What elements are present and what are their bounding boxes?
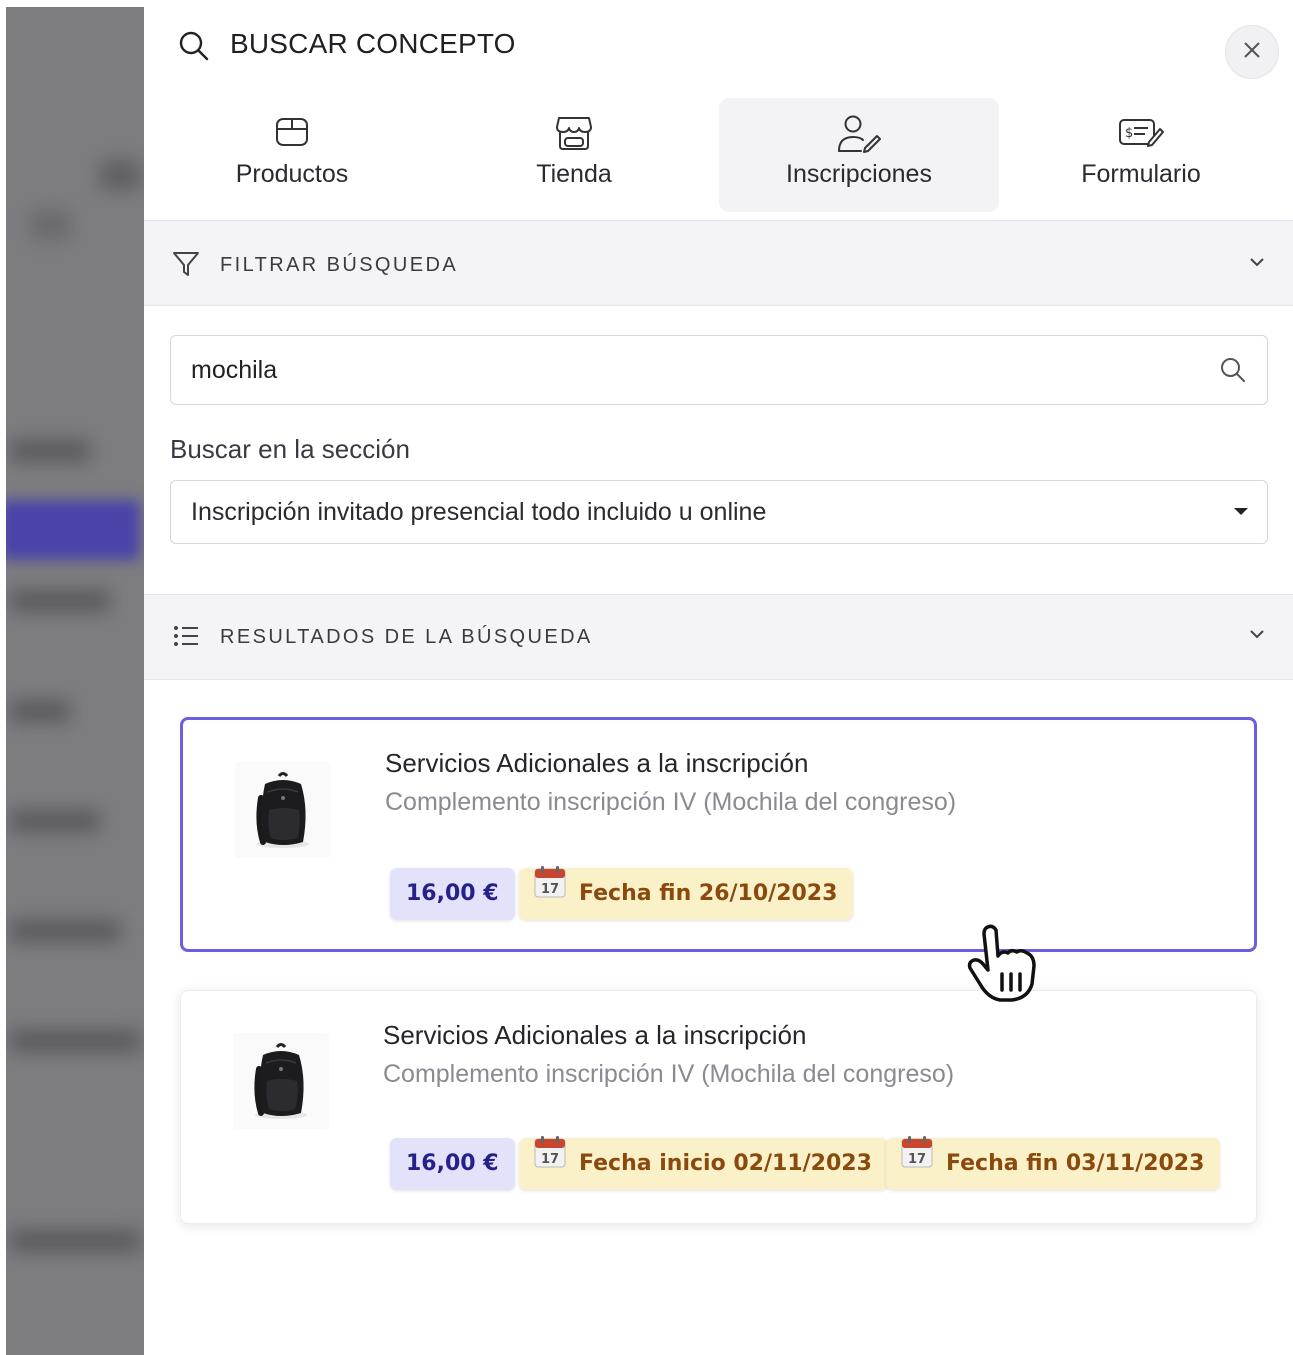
result-category: Servicios Adicionales a la inscripción [383,1020,807,1050]
tab-formulario[interactable]: $ Formulario [1001,98,1281,212]
tab-label: Inscripciones [786,160,932,188]
tab-inscripciones[interactable]: Inscripciones [719,98,999,212]
date-badge-text: Fecha fin 03/11/2023 [946,1151,1205,1176]
section-select-value: Inscripción invitado presencial todo inc… [191,498,767,526]
background-app-blurred [0,0,144,1355]
store-icon [434,114,714,154]
search-input-wrapper [170,335,1268,405]
calendar-icon: 17 [533,865,567,919]
svg-text:17: 17 [908,1152,926,1167]
filter-icon [172,251,200,282]
result-name: Complemento inscripción IV (Mochila del … [383,1060,955,1088]
price-badge: 16,00 € [390,1138,515,1190]
search-input[interactable] [191,336,1191,404]
tab-label: Productos [235,160,349,188]
results-section-title: RESULTADOS DE LA BÚSQUEDA [220,626,593,648]
result-card[interactable]: Servicios Adicionales a la inscripción C… [180,717,1257,952]
chevron-down-icon [1248,627,1266,645]
tab-tienda[interactable]: Tienda [434,98,714,212]
tab-productos[interactable]: Productos [152,98,432,212]
close-icon [1242,40,1262,65]
calendar-icon: 17 [900,1135,934,1189]
section-select-label: Buscar en la sección [170,434,410,464]
panel-title: BUSCAR CONCEPTO [230,28,516,59]
search-icon [178,30,210,67]
backpack-image [233,1033,329,1129]
form-payment-icon: $ [1001,114,1281,154]
result-card[interactable]: Servicios Adicionales a la inscripción C… [180,990,1257,1224]
date-badge-text: Fecha fin 26/10/2023 [579,881,838,906]
result-category: Servicios Adicionales a la inscripción [385,748,809,778]
date-badge-text: Fecha inicio 02/11/2023 [579,1151,872,1176]
price-badge: 16,00 € [390,868,515,920]
box-icon [152,114,432,154]
search-icon[interactable] [1219,356,1247,389]
hand-pointer-cursor-icon [964,922,1046,1009]
calendar-icon: 17 [533,1135,567,1189]
tab-label: Tienda [536,160,612,188]
svg-text:17: 17 [541,882,559,897]
close-button[interactable] [1225,25,1279,79]
result-name: Complemento inscripción IV (Mochila del … [385,788,957,816]
section-select[interactable]: Inscripción invitado presencial todo inc… [170,480,1268,544]
date-badge: 17 Fecha inicio 02/11/2023 [519,1135,888,1190]
tab-label: Formulario [1081,160,1201,188]
chevron-down-icon [1248,255,1266,273]
results-section-header[interactable]: RESULTADOS DE LA BÚSQUEDA [144,594,1293,680]
panel-header: BUSCAR CONCEPTO [144,0,1293,96]
filter-section-title: FILTRAR BÚSQUEDA [220,254,459,276]
list-icon [172,624,200,653]
date-badge: 17 Fecha fin 26/10/2023 [519,865,854,920]
caret-down-icon [1234,508,1248,515]
svg-text:$: $ [1125,126,1133,141]
user-edit-icon [719,114,999,154]
concept-type-tabs: Productos Tienda Inscripciones $ Formula… [144,98,1293,220]
filter-section-header[interactable]: FILTRAR BÚSQUEDA [144,220,1293,306]
search-concept-panel: BUSCAR CONCEPTO Productos Tienda Inscrip… [144,0,1293,1355]
backpack-image [235,762,331,858]
svg-text:17: 17 [541,1152,559,1167]
date-badge: 17 Fecha fin 03/11/2023 [886,1135,1221,1190]
